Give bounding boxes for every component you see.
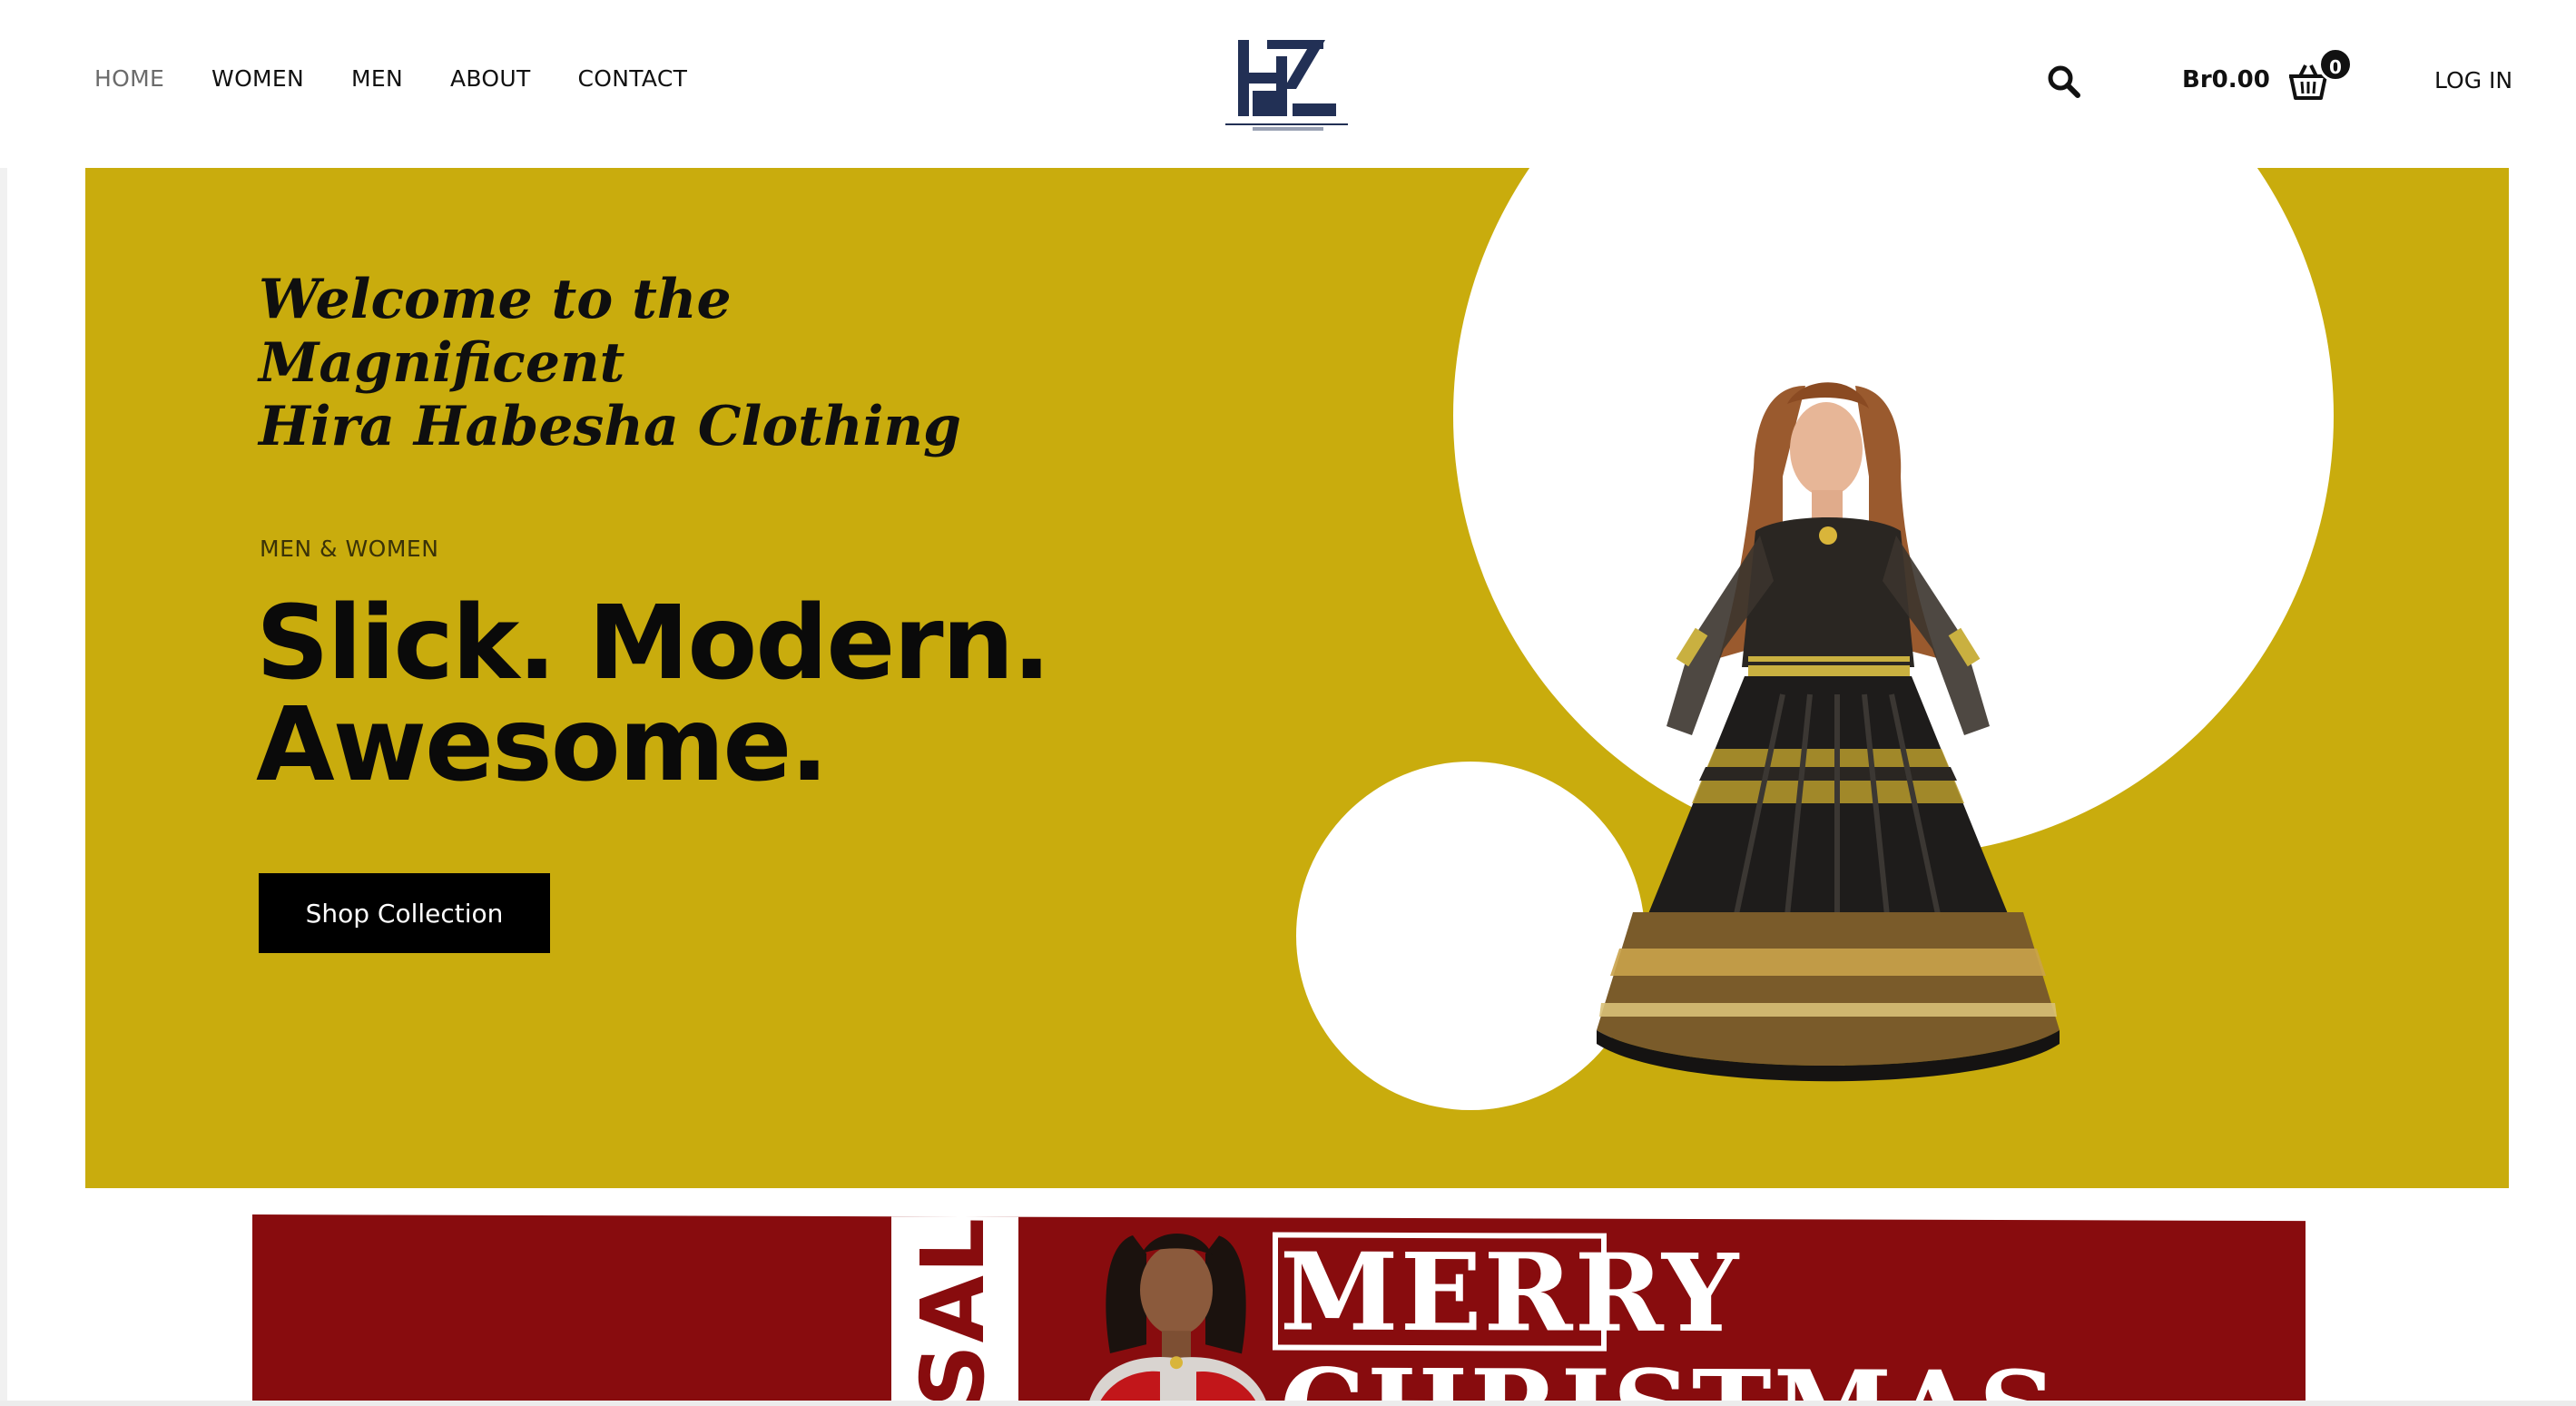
sale-label: SALE! [902, 1214, 1004, 1406]
cart-total[interactable]: Br0.00 [2182, 66, 2270, 93]
nav-men[interactable]: MEN [351, 65, 403, 92]
christmas-text: CHRISTMAS [1280, 1345, 2058, 1406]
nav-about[interactable]: ABOUT [450, 65, 531, 92]
logo-underline [1225, 123, 1348, 125]
shop-collection-button[interactable]: Shop Collection [259, 873, 550, 953]
nav-contact[interactable]: CONTACT [578, 65, 688, 92]
hero-kicker: MEN & WOMEN [260, 536, 439, 562]
main-nav: HOME WOMEN MEN ABOUT CONTACT [94, 65, 687, 92]
nav-women[interactable]: WOMEN [211, 65, 304, 92]
page-bottom-edge [0, 1401, 2576, 1406]
promo-model-image [1087, 1234, 1269, 1406]
cart-count-badge: 0 [2318, 47, 2353, 82]
hero-headline: Slick. Modern. Awesome. [256, 585, 1051, 804]
login-link[interactable]: LOG IN [2434, 67, 2512, 93]
page-edge [0, 0, 7, 1406]
nav-home[interactable]: HOME [94, 65, 164, 92]
hira-habesha-logo-icon [1238, 40, 1336, 116]
hero-welcome-text: Welcome to the Magnificent Hira Habesha … [259, 268, 961, 458]
hero-banner: Welcome to the Magnificent Hira Habesha … [85, 168, 2509, 1188]
site-header: HOME WOMEN MEN ABOUT CONTACT Br0.00 0 LO… [0, 0, 2576, 168]
search-icon [2048, 65, 2080, 98]
logo-tagline [1253, 127, 1323, 131]
search-button[interactable] [2046, 64, 2082, 100]
christmas-sale-banner[interactable]: SALE! MERRY CHRISTMAS [252, 1214, 2306, 1406]
hero-model-image [1597, 382, 2060, 1082]
merry-text: MERRY [1280, 1228, 1741, 1357]
site-logo[interactable] [1225, 33, 1348, 134]
